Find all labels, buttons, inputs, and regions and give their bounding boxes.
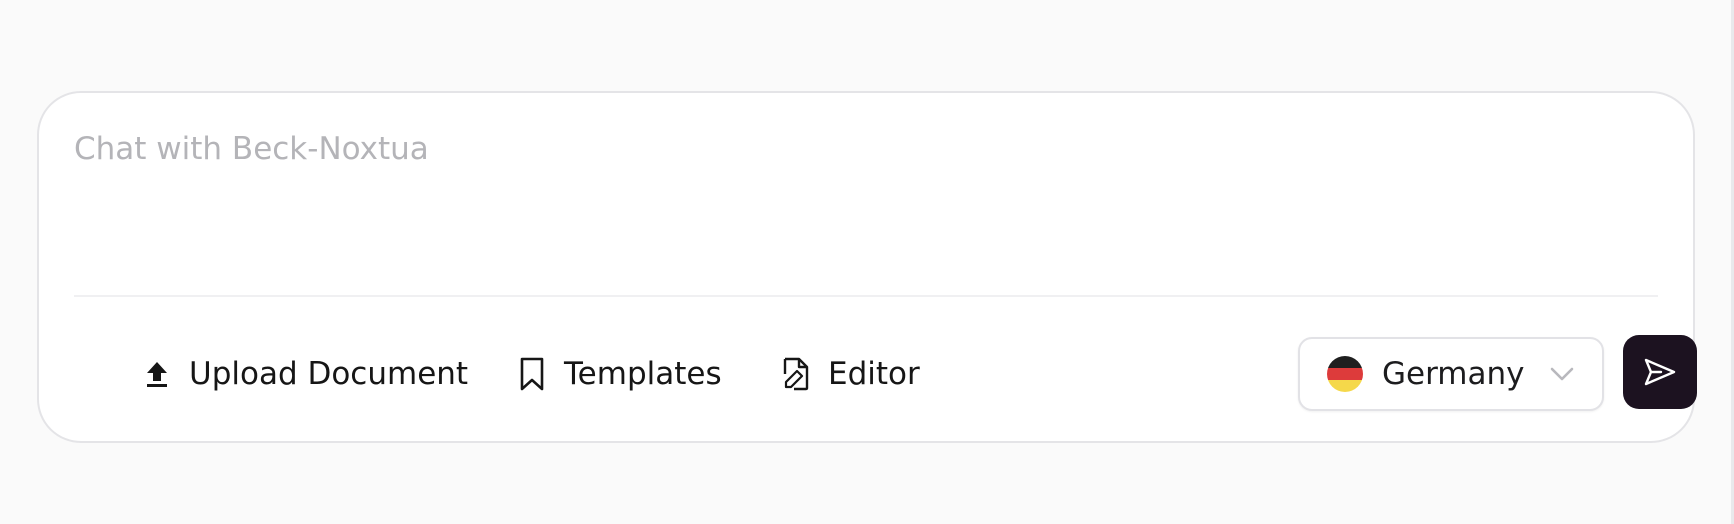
upload-document-label: Upload Document <box>189 356 469 392</box>
file-edit-icon <box>778 356 814 392</box>
page: Upload Document Templates <box>0 0 1734 524</box>
bookmark-icon <box>514 356 550 392</box>
templates-label: Templates <box>564 356 722 392</box>
country-select[interactable]: Germany <box>1298 337 1604 411</box>
composer-toolbar: Upload Document Templates Editor Germany <box>74 335 1697 413</box>
templates-button[interactable]: Templates <box>514 335 722 413</box>
germany-flag-icon <box>1327 356 1363 392</box>
editor-label: Editor <box>828 356 920 392</box>
divider <box>74 295 1658 297</box>
chat-input[interactable] <box>74 127 1658 247</box>
chevron-down-icon <box>1548 360 1576 388</box>
chat-composer: Upload Document Templates <box>37 91 1697 443</box>
editor-button[interactable]: Editor <box>778 335 920 413</box>
send-icon <box>1643 357 1677 387</box>
upload-icon <box>139 356 175 392</box>
send-button[interactable] <box>1623 335 1697 409</box>
upload-document-button[interactable]: Upload Document <box>139 335 468 413</box>
country-select-value: Germany <box>1382 356 1525 392</box>
